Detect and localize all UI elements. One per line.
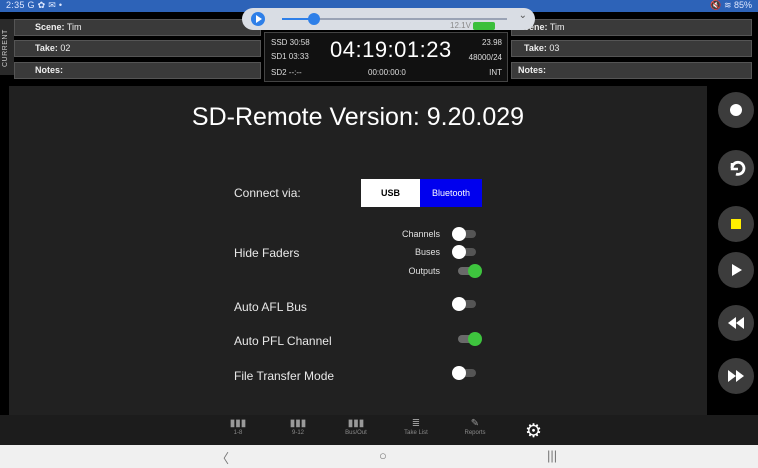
right-take-row[interactable]: Take: 03 [511, 40, 752, 57]
right-take-label: Take: [524, 43, 547, 53]
timecode-display: SSD 30:58 SD1 03:33 SD2 --:-- 04:19:01:2… [264, 32, 508, 82]
left-take-row[interactable]: Take: 02 [14, 40, 261, 57]
battery-level: 12.1V [450, 21, 495, 30]
home-icon[interactable]: ○ [379, 448, 387, 463]
undo-button[interactable] [718, 150, 754, 186]
timecode-sub: 00:00:00:0 [368, 68, 406, 77]
usb-button[interactable]: USB [361, 179, 420, 207]
right-scene-value: Tim [549, 22, 565, 32]
faders-icon: ▮▮▮ [347, 418, 365, 429]
connect-via-label: Connect via: [234, 186, 301, 200]
left-notes-row[interactable]: Notes: [14, 62, 261, 79]
current-label: CURRENT [2, 29, 9, 67]
status-indicators: 🔇 ≋ 85% [710, 0, 752, 10]
settings-panel: SD-Remote Version: 9.20.029 Connect via:… [9, 86, 707, 415]
tab-take-list[interactable]: ≣ Take List [396, 418, 436, 436]
left-take-value: 02 [60, 43, 71, 53]
tab-reports[interactable]: ✎ Reports [455, 418, 495, 436]
record-button[interactable] [718, 92, 754, 128]
channels-label: Channels [401, 229, 440, 239]
current-tab[interactable]: CURRENT [0, 19, 14, 75]
auto-pfl-label: Auto PFL Channel [234, 334, 332, 348]
channels-toggle[interactable] [452, 227, 478, 241]
slider-track[interactable] [282, 13, 507, 25]
tc-mode: INT [489, 68, 502, 77]
faders-icon: ▮▮▮ [289, 418, 307, 429]
tab-9-12[interactable]: ▮▮▮ 9-12 [278, 418, 318, 436]
battery-bar [472, 21, 495, 30]
tab-bus-out[interactable]: ▮▮▮ Bus/Out [336, 418, 376, 436]
faders-icon: ▮▮▮ [229, 418, 247, 429]
file-transfer-toggle[interactable] [452, 366, 478, 380]
stop-button[interactable] [718, 206, 754, 242]
chevron-down-icon[interactable]: ⌄ [519, 10, 527, 21]
bluetooth-button[interactable]: Bluetooth [420, 179, 482, 207]
gear-icon[interactable]: ⚙ [525, 420, 542, 443]
sd1-remaining: SD1 03:33 [271, 52, 309, 61]
buses-label: Buses [414, 247, 440, 257]
battery-voltage: 12.1V [450, 21, 471, 30]
left-take-label: Take: [35, 43, 58, 53]
version-title: SD-Remote Version: 9.20.029 [191, 103, 525, 131]
hide-faders-label: Hide Faders [234, 246, 300, 260]
right-take-value: 03 [549, 43, 560, 53]
buses-toggle[interactable] [452, 245, 478, 259]
frame-rate: 23.98 [481, 38, 502, 47]
ssd-remaining: SSD 30:58 [271, 38, 310, 47]
sd2-remaining: SD2 --:-- [271, 68, 302, 77]
right-notes-row[interactable]: Notes: [511, 62, 752, 79]
sample-rate: 48000/24 [468, 53, 502, 62]
rewind-icon [728, 317, 744, 329]
right-notes-label: Notes: [518, 65, 547, 75]
fast-forward-icon [728, 370, 744, 382]
back-icon[interactable]: 〈 [216, 448, 229, 467]
recents-icon[interactable]: ||| [547, 448, 557, 463]
bottom-tab-bar: ▮▮▮ 1-8 ▮▮▮ 9-12 ▮▮▮ Bus/Out ≣ Take List ✎ Re… [0, 415, 758, 445]
timecode-main: 04:19:01:23 [330, 37, 452, 62]
outputs-label: Outputs [408, 266, 440, 276]
rewind-button[interactable] [718, 305, 754, 341]
auto-afl-toggle[interactable] [452, 297, 478, 311]
left-scene-label: Scene: [35, 22, 65, 32]
slider-knob[interactable] [307, 13, 320, 25]
file-transfer-label: File Transfer Mode [234, 369, 335, 383]
auto-pfl-toggle[interactable] [456, 332, 482, 346]
system-nav-bar: 〈 ○ ||| [0, 445, 758, 468]
undo-icon [730, 161, 746, 176]
play-icon [732, 264, 742, 276]
edit-icon: ✎ [470, 418, 480, 429]
right-scene-row[interactable]: Scene: Tim [511, 19, 752, 36]
left-scene-row[interactable]: Scene: Tim [14, 19, 261, 36]
take-list-icon: ≣ [411, 418, 421, 429]
left-notes-label: Notes: [35, 65, 64, 75]
left-scene-value: Tim [66, 22, 82, 32]
auto-afl-label: Auto AFL Bus [234, 300, 307, 314]
play-button[interactable] [718, 252, 754, 288]
record-icon [730, 104, 742, 116]
status-time: 2:35 G ✿ ✉ • [6, 0, 63, 10]
stop-icon [731, 219, 741, 229]
fast-forward-button[interactable] [718, 358, 754, 394]
outputs-toggle[interactable] [456, 264, 482, 278]
play-icon[interactable] [251, 12, 265, 26]
tab-1-8[interactable]: ▮▮▮ 1-8 [218, 418, 258, 436]
